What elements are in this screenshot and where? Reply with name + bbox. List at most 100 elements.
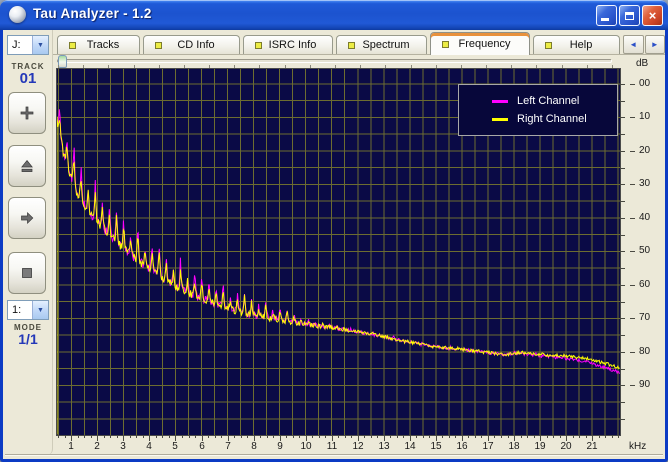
tab-scroll-right-button[interactable]: ► — [644, 35, 665, 54]
x-axis-tick — [521, 435, 522, 438]
tab-label: Frequency — [458, 38, 511, 50]
x-axis-tick-label: 4 — [146, 441, 152, 452]
x-axis-tick — [481, 435, 482, 438]
chart-legend: Left Channel Right Channel — [458, 84, 618, 136]
x-axis-tick — [573, 435, 574, 438]
close-icon: × — [648, 8, 657, 23]
y-axis-tick — [630, 285, 635, 286]
x-axis-tick — [442, 435, 443, 438]
x-axis-tick-label: 19 — [534, 441, 546, 452]
x-axis-tick-label: 21 — [586, 441, 598, 452]
tab-help[interactable]: Help — [533, 35, 620, 54]
y-axis-tick-label: 50 — [639, 245, 651, 256]
y-axis-tick — [620, 184, 625, 185]
x-axis-tick — [351, 435, 352, 438]
x-axis-tick — [117, 435, 118, 438]
x-axis-tick — [397, 435, 398, 438]
eject-icon — [21, 159, 33, 172]
x-axis-tick-label: 8 — [251, 441, 257, 452]
x-axis-tick — [221, 435, 222, 438]
y-axis-tick — [620, 369, 625, 370]
tab-isrc-info[interactable]: ISRC Info — [243, 35, 333, 54]
next-button[interactable] — [8, 197, 46, 239]
y-axis-tick — [620, 168, 625, 169]
drive-select[interactable]: J: ▼ — [7, 35, 49, 55]
y-axis-tick — [620, 134, 625, 135]
eject-button[interactable] — [8, 145, 46, 187]
x-axis-tick — [345, 435, 346, 438]
y-axis-tick — [620, 318, 625, 319]
window-content: J: ▼ TRACK 01 1: ▼ MODE 1/1 Tracks CD In… — [3, 30, 665, 459]
y-axis-tick — [630, 352, 635, 353]
position-slider-track[interactable] — [57, 59, 612, 63]
tab-cd-info[interactable]: CD Info — [143, 35, 240, 54]
close-button[interactable]: × — [642, 5, 663, 26]
arrow-right-icon — [21, 211, 34, 225]
x-axis-tick — [429, 435, 430, 438]
x-axis-tick — [371, 435, 372, 438]
x-axis-tick — [130, 435, 131, 438]
mode-select[interactable]: 1: ▼ — [7, 300, 49, 320]
tab-scroll-left-button[interactable]: ◄ — [623, 35, 644, 54]
y-axis-tick — [620, 84, 625, 85]
left-channel-swatch — [492, 99, 508, 103]
x-axis-tick — [534, 435, 535, 438]
x-axis-tick — [475, 435, 476, 438]
y-axis-tick — [620, 117, 625, 118]
x-axis-tick-label: 9 — [277, 441, 283, 452]
x-axis-tick — [618, 435, 619, 438]
y-axis-unit-label: dB — [636, 58, 649, 69]
x-axis-tick — [208, 435, 209, 438]
x-axis-tick — [338, 435, 339, 438]
x-axis-tick-label: 18 — [508, 441, 520, 452]
bottom-divider — [5, 454, 663, 456]
y-axis-tick-label: 20 — [639, 145, 651, 156]
y-axis-tick — [630, 385, 635, 386]
y-axis-tick — [620, 419, 625, 420]
x-axis-tick — [501, 435, 502, 438]
y-axis-tick — [620, 268, 625, 269]
x-axis-tick — [455, 435, 456, 438]
y-axis-tick — [620, 352, 625, 353]
right-channel-swatch — [492, 117, 508, 121]
chevron-down-icon[interactable]: ▼ — [32, 36, 48, 54]
x-axis-tick — [58, 435, 59, 438]
title-bar[interactable]: Tau Analyzer - 1.2 × — [0, 0, 668, 30]
x-axis-tick — [162, 435, 163, 438]
x-axis-tick — [319, 435, 320, 438]
x-axis-tick — [91, 435, 92, 438]
stop-button[interactable] — [8, 252, 46, 294]
x-axis-tick-label: 17 — [482, 441, 494, 452]
tab-frequency[interactable]: Frequency — [430, 32, 530, 55]
x-axis-tick-label: 14 — [404, 441, 416, 452]
x-axis-tick — [293, 435, 294, 438]
x-axis-tick — [527, 435, 528, 438]
position-slider-thumb[interactable] — [58, 55, 67, 68]
mode-value: 1/1 — [18, 331, 38, 347]
x-axis-tick-label: 12 — [352, 441, 364, 452]
flag-icon — [69, 41, 76, 49]
y-axis-tick-label: 30 — [639, 178, 651, 189]
flag-icon — [348, 41, 355, 49]
y-axis-tick-label: 00 — [639, 78, 651, 89]
minimize-button[interactable] — [596, 5, 617, 26]
x-axis-tick — [599, 435, 600, 438]
x-axis-tick-label: 13 — [378, 441, 390, 452]
chevron-down-icon[interactable]: ▼ — [32, 301, 48, 319]
x-axis-tick — [468, 435, 469, 438]
maximize-button[interactable] — [619, 5, 640, 26]
tab-spectrum[interactable]: Spectrum — [336, 35, 427, 54]
tab-label: Help — [569, 39, 593, 51]
x-axis-tick-label: 5 — [172, 441, 178, 452]
x-axis-tick — [156, 435, 157, 438]
x-axis-unit-label: kHz — [629, 441, 647, 452]
add-button[interactable] — [8, 92, 46, 134]
x-axis-tick — [377, 435, 378, 438]
y-axis-tick-label: 90 — [639, 379, 651, 390]
app-icon — [9, 6, 26, 23]
y-axis-tick — [630, 184, 635, 185]
y-axis-tick-label: 70 — [639, 312, 651, 323]
tab-tracks[interactable]: Tracks — [57, 35, 140, 54]
flag-icon — [155, 41, 162, 49]
y-axis-tick-label: 60 — [639, 279, 651, 290]
